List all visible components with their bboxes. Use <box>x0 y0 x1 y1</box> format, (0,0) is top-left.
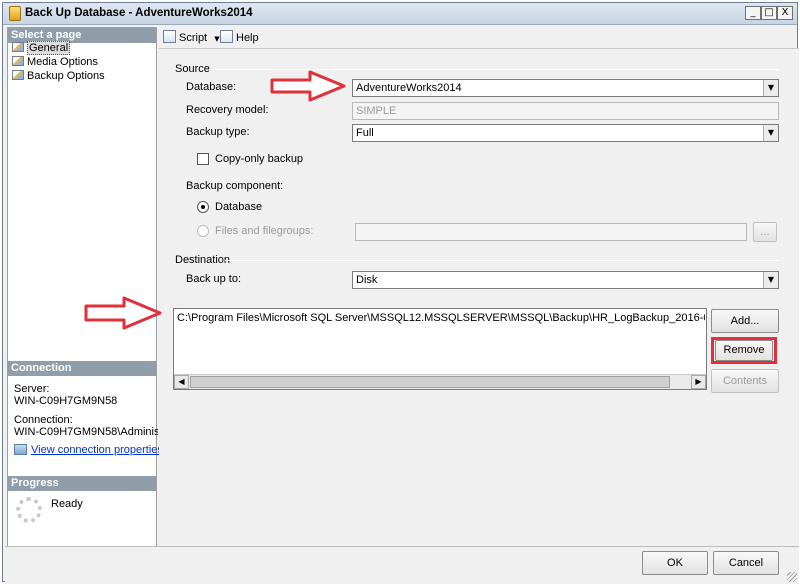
arrow-icon <box>84 296 162 330</box>
arrow-icon <box>270 70 346 102</box>
annotation-arrows <box>84 70 346 330</box>
